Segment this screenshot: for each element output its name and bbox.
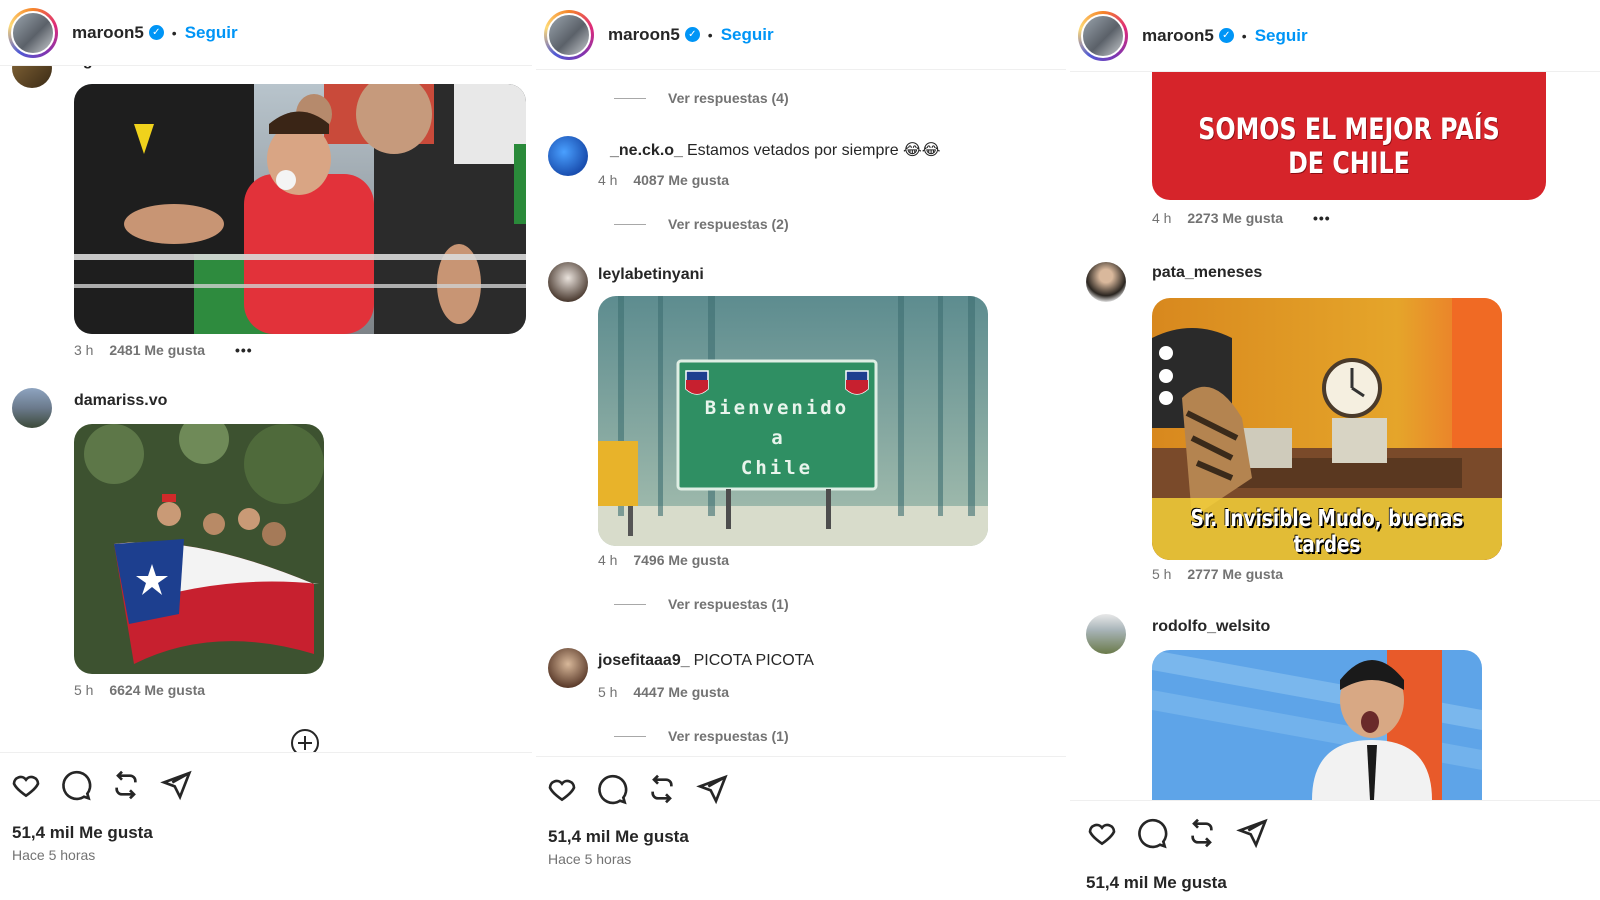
profile-avatar[interactable]: [8, 7, 58, 58]
more-options-icon[interactable]: •••: [235, 342, 253, 358]
comment-icon[interactable]: [596, 773, 628, 805]
comment-time: 5 h: [74, 682, 94, 698]
comment-time: 4 h: [598, 552, 618, 568]
post-time: Hace 5 horas: [548, 851, 632, 867]
comment-meta: 3 h 2481 Me gusta •••: [74, 342, 253, 358]
comment-text: PICOTA PICOTA: [693, 652, 814, 669]
comment-time: 5 h: [598, 684, 618, 700]
verified-icon: ✓: [1218, 28, 1234, 43]
sign-line-3: Chile: [741, 457, 813, 479]
comment-gif[interactable]: SOMOS EL MEJOR PAÍS DE CHILE: [1152, 60, 1546, 200]
repost-icon[interactable]: [110, 769, 142, 801]
comment-username[interactable]: _ne.ck.o_ Estamos vetados por siempre 😂😂: [610, 140, 940, 160]
action-bar: [10, 769, 192, 801]
post-footer: 51,4 mil Me gusta: [1070, 800, 1600, 900]
post-footer: 51,4 mil Me gusta Hace 5 horas: [0, 752, 532, 900]
comment-likes[interactable]: 4447 Me gusta: [633, 684, 729, 700]
follow-button[interactable]: Seguir: [1255, 26, 1308, 46]
comment-likes[interactable]: 4087 Me gusta: [633, 172, 729, 188]
follow-button[interactable]: Seguir: [721, 25, 774, 45]
comment-avatar[interactable]: [1086, 262, 1126, 302]
header-username[interactable]: maroon5: [72, 23, 144, 43]
post-likes[interactable]: 51,4 mil Me gusta: [1086, 873, 1227, 893]
follow-button[interactable]: Seguir: [185, 23, 238, 43]
comment-text: Estamos vetados por siempre 😂😂: [686, 142, 941, 159]
view-replies-button[interactable]: Ver respuestas (2): [614, 216, 789, 232]
image-caption: Sr. Invisible Mudo, buenas tardes: [1190, 506, 1464, 558]
post-footer: 51,4 mil Me gusta Hace 5 horas: [536, 756, 1066, 900]
post-likes[interactable]: 51,4 mil Me gusta: [548, 827, 689, 847]
comment-username[interactable]: rodolfo_welsito: [1152, 618, 1270, 636]
comment-avatar[interactable]: [1086, 614, 1126, 654]
verified-icon: ✓: [148, 25, 164, 40]
comment-avatar[interactable]: [548, 648, 588, 688]
comment-gif[interactable]: Bienvenido a Chile: [598, 296, 988, 546]
comment-time: 4 h: [1152, 210, 1172, 226]
share-icon[interactable]: [696, 773, 728, 805]
comment-gif[interactable]: Sr. Invisible Mudo, buenas tardes: [1152, 298, 1502, 560]
profile-avatar[interactable]: [1078, 10, 1128, 61]
comment-avatar[interactable]: [12, 388, 52, 428]
comment-meta: 4 h 2273 Me gusta •••: [1152, 210, 1331, 226]
comment-time: 4 h: [598, 172, 618, 188]
post-header: maroon5 ✓ • Seguir: [536, 0, 1066, 70]
comment-username[interactable]: damariss.vo: [74, 392, 167, 410]
comment-time: 5 h: [1152, 566, 1172, 582]
verified-icon: ✓: [684, 27, 700, 42]
header-username[interactable]: maroon5: [608, 25, 680, 45]
comment-icon[interactable]: [60, 769, 92, 801]
view-replies-button[interactable]: Ver respuestas (4): [614, 90, 789, 106]
panel-3: maroon5 ✓ • Seguir SOMOS EL MEJOR PAÍS D…: [1070, 0, 1600, 900]
post-header: maroon5 ✓ • Seguir: [0, 0, 532, 66]
sign-line-2: a: [771, 427, 782, 449]
image-caption: SOMOS EL MEJOR PAÍS DE CHILE: [1198, 112, 1500, 180]
comment-username[interactable]: leylabetinyani: [598, 266, 704, 284]
comment-meta: 4 h 4087 Me gusta: [598, 172, 729, 188]
comment-gif[interactable]: [74, 424, 324, 674]
repost-icon[interactable]: [646, 773, 678, 805]
repost-icon[interactable]: [1186, 817, 1218, 849]
sign-line-1: Bienvenido: [705, 397, 849, 419]
comment-likes[interactable]: 7496 Me gusta: [633, 552, 729, 568]
heart-icon[interactable]: [10, 769, 42, 801]
post-header: maroon5 ✓ • Seguir: [1070, 0, 1600, 72]
separator-dot: •: [1241, 27, 1247, 44]
comment-icon[interactable]: [1136, 817, 1168, 849]
comment-likes[interactable]: 6624 Me gusta: [109, 682, 205, 698]
comment-gif[interactable]: [74, 84, 526, 334]
profile-avatar[interactable]: [544, 9, 594, 60]
comment-likes[interactable]: 2777 Me gusta: [1187, 566, 1283, 582]
comment-likes[interactable]: 2481 Me gusta: [109, 342, 205, 358]
comment-avatar[interactable]: [548, 262, 588, 302]
action-bar: [546, 773, 728, 805]
separator-dot: •: [171, 24, 177, 41]
heart-icon[interactable]: [1086, 817, 1118, 849]
post-time: Hace 5 horas: [12, 847, 96, 863]
more-options-icon[interactable]: •••: [1313, 210, 1331, 226]
comment-avatar[interactable]: [548, 136, 588, 176]
comment-meta: 4 h 7496 Me gusta: [598, 552, 729, 568]
comment-meta: 5 h 6624 Me gusta: [74, 682, 205, 698]
panel-1: maroon5 ✓ • Seguir agusmiles: [0, 0, 532, 900]
share-icon[interactable]: [160, 769, 192, 801]
heart-icon[interactable]: [546, 773, 578, 805]
comment-username[interactable]: josefitaaa9_ PICOTA PICOTA: [598, 652, 814, 670]
header-username[interactable]: maroon5: [1142, 26, 1214, 46]
share-icon[interactable]: [1236, 817, 1268, 849]
comment-time: 3 h: [74, 342, 94, 358]
view-replies-button[interactable]: Ver respuestas (1): [614, 728, 789, 744]
comment-gif[interactable]: [1152, 650, 1482, 800]
action-bar: [1086, 817, 1268, 849]
comment-meta: 5 h 4447 Me gusta: [598, 684, 729, 700]
view-replies-button[interactable]: Ver respuestas (1): [614, 596, 789, 612]
comment-meta: 5 h 2777 Me gusta: [1152, 566, 1283, 582]
comment-username[interactable]: pata_meneses: [1152, 264, 1262, 282]
comment-likes[interactable]: 2273 Me gusta: [1187, 210, 1283, 226]
panel-2: maroon5 ✓ • Seguir Ver respuestas (4) _n…: [536, 0, 1066, 900]
post-likes[interactable]: 51,4 mil Me gusta: [12, 823, 153, 843]
separator-dot: •: [707, 26, 713, 43]
